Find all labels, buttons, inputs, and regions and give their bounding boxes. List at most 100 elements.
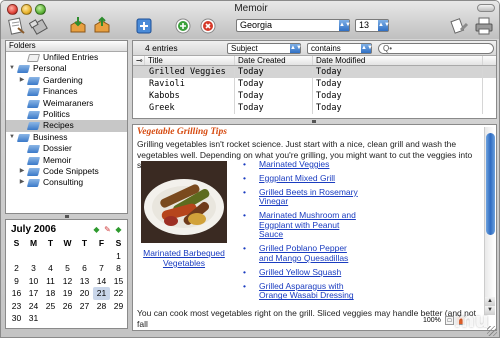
recipe-link[interactable]: Grilled Yellow Squash	[242, 267, 362, 278]
tools-icon[interactable]	[449, 15, 471, 37]
sidebar-item-business[interactable]: ▼ Business	[6, 132, 127, 143]
calendar-day[interactable]: 8	[110, 262, 127, 275]
calendar-day[interactable]: 30	[8, 312, 25, 325]
recipe-link[interactable]: Grilled Beets in Rosemary Vinegar	[242, 187, 362, 207]
calendar-day[interactable]: 17	[25, 287, 42, 300]
calendar-day[interactable]: 15	[110, 275, 127, 288]
window-resize-grip[interactable]	[487, 326, 497, 336]
calendar-day[interactable]: 26	[59, 300, 76, 313]
sidebar-item-memoir[interactable]: Memoir	[6, 155, 127, 166]
table-row[interactable]: Grilled Veggies Today Today	[133, 66, 496, 78]
add-entry-icon[interactable]	[133, 15, 155, 37]
note-vertical-scrollbar[interactable]: ▲ ▼	[484, 127, 495, 315]
calendar-prev-icon[interactable]: ◆	[92, 225, 101, 234]
sidebar-item-label: Business	[33, 131, 68, 142]
folder-icon	[26, 76, 41, 85]
note-scroll-thumb[interactable]	[486, 133, 495, 235]
calendar-day[interactable]: 1	[110, 250, 127, 263]
calendar-day[interactable]: 23	[8, 300, 25, 313]
recipe-link[interactable]: Marinated Mushroom and Eggplant with Pea…	[242, 211, 362, 240]
column-date-modified[interactable]: Date Modified	[313, 56, 483, 65]
disclosure-collapsed-icon[interactable]: ▶	[18, 166, 26, 177]
calendar-day[interactable]: 6	[76, 262, 93, 275]
toolbar-toggle-button[interactable]	[477, 4, 495, 12]
disclosure-collapsed-icon[interactable]: ▶	[18, 75, 26, 86]
sidebar-item-gardening[interactable]: ▶ Gardening	[6, 75, 127, 86]
folder-icon	[26, 122, 41, 131]
recipe-link[interactable]: Grilled Poblano Pepper and Mango Quesadi…	[242, 243, 362, 263]
recipe-link[interactable]: Grilled Asparagus with Orange Wasabi Dre…	[242, 281, 362, 301]
font-family-value: Georgia	[240, 20, 273, 30]
calendar-day[interactable]: 3	[25, 262, 42, 275]
sidebar-item-dossier[interactable]: Dossier	[6, 143, 127, 154]
column-date-created[interactable]: Date Created	[235, 56, 313, 65]
calendar-day[interactable]: 25	[42, 300, 59, 313]
print-icon[interactable]	[473, 15, 495, 37]
scroll-up-button[interactable]: ▲	[485, 297, 495, 306]
search-input[interactable]: Q•	[378, 43, 494, 54]
filter-field-select[interactable]: Subject ▲▼	[227, 43, 302, 54]
table-row[interactable]: Kabobs Today Today	[133, 90, 496, 102]
calendar-day[interactable]: 2	[8, 262, 25, 275]
calendar-next-icon[interactable]: ◆	[114, 225, 123, 234]
calendar-day[interactable]: 21	[93, 287, 110, 300]
calendar-day[interactable]: 22	[110, 287, 127, 300]
disclosure-expanded-icon[interactable]: ▼	[8, 132, 16, 143]
calendar-empty-cell	[76, 250, 93, 263]
sidebar-item-unfiled-entries[interactable]: Unfiled Entries	[6, 52, 127, 63]
sidebar-item-code-snippets[interactable]: ▶ Code Snippets	[6, 166, 127, 177]
calendar-day[interactable]: 7	[93, 262, 110, 275]
sidebar-item-politics[interactable]: Politics	[6, 109, 127, 120]
calendar-day[interactable]: 28	[93, 300, 110, 313]
sidebar-item-finances[interactable]: Finances	[6, 86, 127, 97]
table-row[interactable]: Greek Today Today	[133, 102, 496, 114]
sidebar-item-recipes[interactable]: Recipes	[6, 120, 127, 132]
calendar-day[interactable]: 9	[8, 275, 25, 288]
recipe-link[interactable]: Marinated Veggies	[242, 159, 362, 170]
calendar-day[interactable]: 31	[25, 312, 42, 325]
sidebar-item-personal[interactable]: ▼ Personal	[6, 63, 127, 74]
disclosure-expanded-icon[interactable]: ▼	[8, 63, 16, 74]
key-column-icon[interactable]: ⊸	[133, 56, 145, 65]
calendar-day[interactable]: 27	[76, 300, 93, 313]
photo-caption-link[interactable]: Marinated Barbequed Vegetables	[141, 248, 227, 268]
sidebar-item-consulting[interactable]: ▶ Consulting	[6, 177, 127, 188]
calendar-day[interactable]: 4	[42, 262, 59, 275]
calendar-day[interactable]: 20	[76, 287, 93, 300]
recipe-link[interactable]: Eggplant Mixed Grill	[242, 173, 362, 184]
font-size-select[interactable]: 13 ▲▼	[355, 19, 390, 32]
font-size-dropdown-icon[interactable]: ▲▼	[378, 20, 390, 31]
view-mode-button-1[interactable]: □	[445, 316, 454, 325]
calendar-day[interactable]: 11	[42, 275, 59, 288]
sidebar-item-label: Code Snippets	[43, 165, 99, 176]
calendar-day[interactable]: 24	[25, 300, 42, 313]
calendar-day[interactable]: 12	[59, 275, 76, 288]
calendar-day[interactable]: 5	[59, 262, 76, 275]
column-title[interactable]: Title	[145, 56, 235, 65]
calendar-day[interactable]: 29	[110, 300, 127, 313]
filter-operator-dropdown-icon[interactable]: ▲▼	[361, 44, 373, 53]
calendar-day[interactable]: 13	[76, 275, 93, 288]
import-icon[interactable]	[67, 15, 89, 37]
filter-field-dropdown-icon[interactable]: ▲▼	[290, 44, 302, 53]
stop-icon[interactable]	[197, 15, 219, 37]
calendar-month-title: July 2006	[11, 224, 57, 235]
calendar-day[interactable]: 18	[42, 287, 59, 300]
folder-icon	[16, 133, 31, 142]
filter-operator-select[interactable]: contains ▲▼	[307, 43, 373, 54]
calendar-day[interactable]: 19	[59, 287, 76, 300]
new-note-icon[interactable]	[5, 15, 27, 37]
calendar-day[interactable]: 10	[25, 275, 42, 288]
font-family-select[interactable]: Georgia ▲▼	[236, 19, 351, 32]
export-icon[interactable]	[91, 15, 113, 37]
calendar-day[interactable]: 14	[93, 275, 110, 288]
table-row[interactable]: Ravioli Today Today	[133, 78, 496, 90]
sidebar-item-weimaraners[interactable]: Weimaraners	[6, 98, 127, 109]
font-family-dropdown-icon[interactable]: ▲▼	[339, 20, 351, 31]
calendar-day[interactable]: 16	[8, 287, 25, 300]
disclosure-collapsed-icon[interactable]: ▶	[18, 177, 26, 188]
entries-count: 4 entries	[145, 43, 178, 53]
next-icon[interactable]	[172, 15, 194, 37]
calendar-today-icon[interactable]: ✎	[103, 225, 112, 234]
delete-icon[interactable]	[28, 15, 50, 37]
